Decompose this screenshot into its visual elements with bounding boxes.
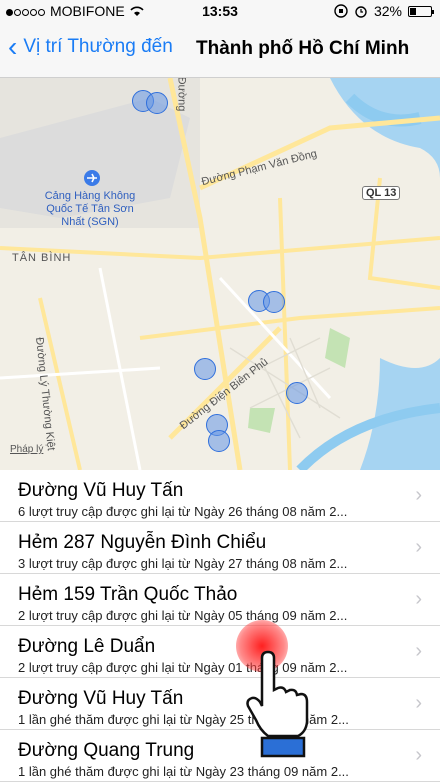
back-button[interactable]: ‹ Vị trí Thường đến xyxy=(8,31,173,62)
list-item-title: Đường Vũ Huy Tấn xyxy=(18,688,184,709)
location-pin[interactable] xyxy=(286,382,308,404)
location-pin[interactable] xyxy=(194,358,216,380)
list-item[interactable]: Hẻm 159 Trần Quốc Thảo 2 lượt truy cập đ… xyxy=(0,574,440,626)
highway-badge: QL 13 xyxy=(362,186,401,200)
battery-percent: 32% xyxy=(373,3,402,19)
road-label-duong: Đường xyxy=(175,78,188,112)
legal-link[interactable]: Pháp lý xyxy=(10,444,43,455)
navigation-bar: ‹ Vị trí Thường đến Thành phố Hồ Chí Min… xyxy=(0,22,440,78)
list-item[interactable]: Đường Lê Duẩn 2 lượt truy cập được ghi l… xyxy=(0,626,440,678)
airport-label: Cảng Hàng Không Quốc Tế Tân Sơn Nhất (SG… xyxy=(44,190,136,228)
map-view[interactable]: Cảng Hàng Không Quốc Tế Tân Sơn Nhất (SG… xyxy=(0,78,440,470)
location-pin[interactable] xyxy=(146,92,168,114)
list-item-subtitle: 2 lượt truy cập được ghi lại từ Ngày 01 … xyxy=(18,660,348,675)
chevron-right-icon: › xyxy=(415,536,422,558)
battery-icon xyxy=(408,5,434,17)
location-pin[interactable] xyxy=(263,291,285,313)
alarm-icon xyxy=(355,6,367,18)
list-item-subtitle: 3 lượt truy cập được ghi lại từ Ngày 27 … xyxy=(18,556,348,571)
chevron-right-icon: › xyxy=(415,640,422,662)
map-canvas xyxy=(0,78,440,470)
list-item-subtitle: 1 lần ghé thăm được ghi lại từ Ngày 23 t… xyxy=(18,764,349,779)
list-item-subtitle: 6 lượt truy cập được ghi lại từ Ngày 26 … xyxy=(18,504,348,519)
list-item-title: Đường Vũ Huy Tấn xyxy=(18,480,184,501)
list-item-title: Đường Quang Trung xyxy=(18,740,195,761)
list-item-subtitle: 2 lượt truy cập được ghi lại từ Ngày 05 … xyxy=(18,608,348,623)
list-item[interactable]: Hẻm 287 Nguyễn Đình Chiểu 3 lượt truy cậ… xyxy=(0,522,440,574)
page-title: Thành phố Hồ Chí Minh xyxy=(196,38,410,59)
list-item-title: Hẻm 287 Nguyễn Đình Chiểu xyxy=(18,532,267,553)
list-item[interactable]: Đường Vũ Huy Tấn 1 lần ghé thăm được ghi… xyxy=(0,678,440,730)
chevron-right-icon: › xyxy=(415,484,422,506)
chevron-right-icon: › xyxy=(415,588,422,610)
hand-pointer-icon xyxy=(246,650,309,758)
location-pin[interactable] xyxy=(208,430,230,452)
list-item-subtitle: 1 lần ghé thăm được ghi lại từ Ngày 25 t… xyxy=(18,712,349,727)
list-item-title: Đường Lê Duẩn xyxy=(18,636,156,657)
back-label: Vị trí Thường đến xyxy=(23,36,173,57)
district-label: TÂN BÌNH xyxy=(12,252,72,264)
list-item[interactable]: Đường Quang Trung 1 lần ghé thăm được gh… xyxy=(0,730,440,782)
orientation-lock-icon xyxy=(334,4,348,18)
chevron-left-icon: ‹ xyxy=(8,31,18,62)
status-right: 32% xyxy=(334,3,434,19)
frequent-locations-list: Đường Vũ Huy Tấn 6 lượt truy cập được gh… xyxy=(0,470,440,783)
status-bar: MOBIFONE 13:53 32% xyxy=(0,0,440,22)
list-item[interactable]: Đường Vũ Huy Tấn 6 lượt truy cập được gh… xyxy=(0,470,440,522)
chevron-right-icon: › xyxy=(415,692,422,714)
list-item-title: Hẻm 159 Trần Quốc Thảo xyxy=(18,584,238,605)
airplane-icon xyxy=(84,170,100,186)
chevron-right-icon: › xyxy=(415,744,422,766)
